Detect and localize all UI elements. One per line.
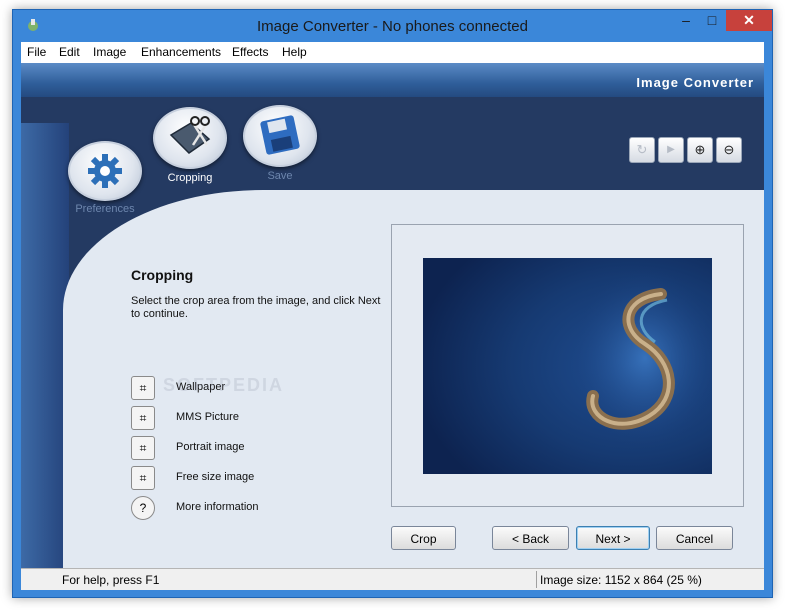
crop-icon: ⌗	[131, 406, 155, 430]
status-image-size: Image size: 1152 x 864 (25 %)	[540, 573, 702, 587]
title-bar[interactable]: Image Converter - No phones connected – …	[13, 10, 772, 42]
window-title: Image Converter - No phones connected	[257, 18, 528, 35]
main-content: Image Converter Preferences Cropping Sav…	[21, 63, 764, 568]
close-button[interactable]: ✕	[726, 10, 772, 31]
cancel-button[interactable]: Cancel	[656, 526, 733, 550]
step-cropping-circle	[153, 107, 227, 169]
menu-image[interactable]: Image	[93, 45, 126, 59]
rotate-icon: ↻	[636, 142, 648, 157]
zoom-out-button[interactable]: ⊖	[716, 137, 742, 163]
menu-file[interactable]: File	[27, 45, 46, 59]
gear-icon	[88, 154, 122, 188]
maximize-button[interactable]: □	[699, 10, 725, 31]
crop-icon: ⌗	[131, 466, 155, 490]
rotate-button[interactable]: ↻	[629, 137, 655, 163]
minimize-button[interactable]: –	[673, 10, 699, 31]
zoom-out-icon: ⊖	[723, 142, 735, 157]
step-preferences-circle	[68, 141, 142, 201]
status-divider	[536, 571, 537, 588]
crop-icon: ⌗	[131, 376, 155, 400]
zoom-in-icon: ⊕	[694, 142, 706, 157]
banner-title: Image Converter	[636, 75, 754, 90]
next-button[interactable]: Next >	[576, 526, 650, 550]
preview-image[interactable]	[423, 258, 712, 474]
crop-button[interactable]: Crop	[391, 526, 456, 550]
option-free-size-image-label: Free size image	[176, 471, 255, 483]
option-more-information-label: More information	[176, 501, 259, 513]
section-title: Cropping	[131, 267, 194, 283]
zoom-in-button[interactable]: ⊕	[687, 137, 713, 163]
left-shade	[21, 123, 69, 568]
banner: Image Converter	[21, 63, 764, 97]
play-button[interactable]: ▶	[658, 137, 684, 163]
image-preview-frame	[391, 224, 744, 507]
menu-bar: File Edit Image Enhancements Effects Hel…	[21, 42, 764, 63]
step-save-label: Save	[267, 170, 293, 182]
option-portrait-image-label: Portrait image	[176, 441, 245, 453]
instructions-text: Select the crop area from the image, and…	[131, 295, 381, 320]
scissors-icon	[169, 116, 211, 154]
play-icon: ▶	[667, 144, 675, 155]
step-preferences-label: Preferences	[75, 203, 135, 215]
app-window: Image Converter - No phones connected – …	[12, 9, 773, 598]
back-button[interactable]: < Back	[492, 526, 569, 550]
menu-edit[interactable]: Edit	[59, 45, 80, 59]
menu-help[interactable]: Help	[282, 45, 307, 59]
watermark: SOFTPEDIA	[163, 375, 285, 395]
floppy-disk-icon	[260, 115, 300, 155]
menu-effects[interactable]: Effects	[232, 45, 268, 59]
crop-icon: ⌗	[131, 436, 155, 460]
menu-enhancements[interactable]: Enhancements	[141, 45, 221, 59]
step-save[interactable]: Save	[243, 105, 317, 182]
help-icon: ?	[131, 496, 155, 520]
step-cropping[interactable]: Cropping	[153, 107, 227, 184]
step-preferences[interactable]: Preferences	[68, 141, 142, 215]
option-mms-picture-label: MMS Picture	[176, 411, 239, 423]
status-bar: For help, press F1 Image size: 1152 x 86…	[21, 568, 764, 590]
status-help-text: For help, press F1	[62, 573, 160, 587]
step-save-circle	[243, 105, 317, 167]
